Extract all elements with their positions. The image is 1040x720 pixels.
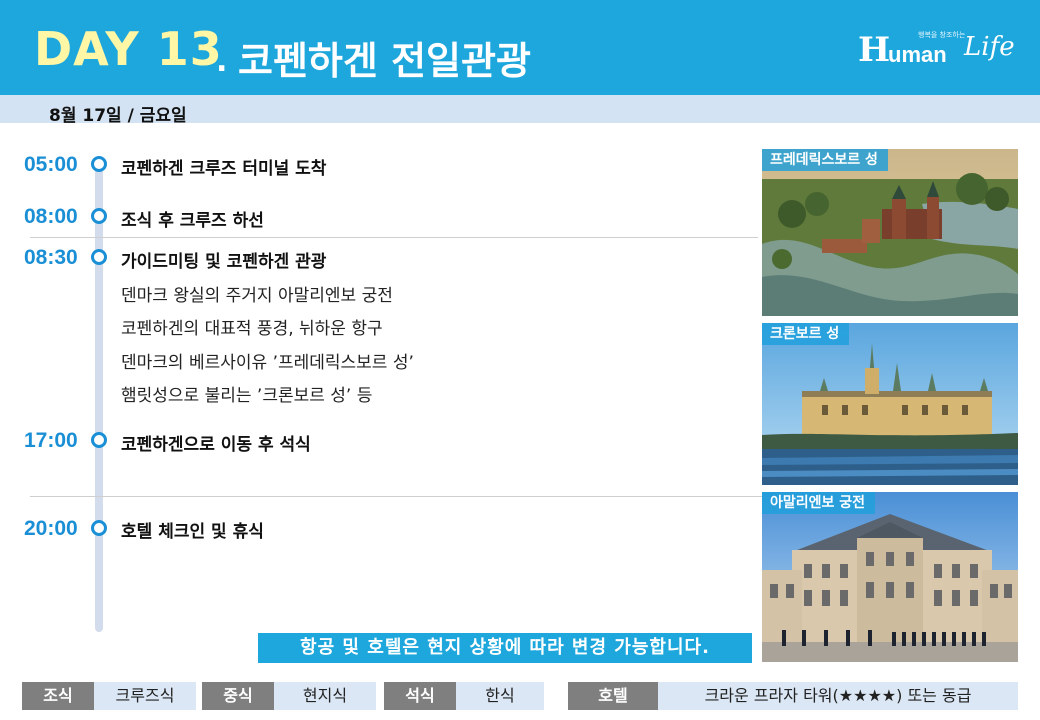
separator-line <box>30 237 758 238</box>
timeline-dot-icon <box>91 432 107 448</box>
humanlife-logo: H 행복을 창조하는 uman Life <box>858 28 1015 74</box>
photo-caption: 크론보르 성 <box>762 323 850 345</box>
hotel-label: 호텔 <box>568 682 658 710</box>
separator-line <box>30 496 762 497</box>
photo-caption: 프레데릭스보르 성 <box>762 149 888 171</box>
header-banner: DAY 13 . 코펜하겐 전일관광 H 행복을 창조하는 uman Life <box>0 0 1040 95</box>
schedule-title: 코펜하겐 크루즈 터미널 도착 <box>121 159 327 179</box>
notice-banner: 항공 및 호텔은 현지 상황에 따라 변경 가능합니다. <box>258 633 752 663</box>
logo-word-uman: uman <box>888 42 947 67</box>
schedule-title: 호텔 체크인 및 휴식 <box>121 522 264 542</box>
schedule-detail: 햄릿성으로 불리는 ’크론보르 성’ 등 <box>121 386 373 406</box>
lunch-value: 현지식 <box>274 682 376 710</box>
schedule-time: 08:00 <box>24 205 78 228</box>
kronborg-castle-photo: 크론보르 성 <box>762 323 1018 485</box>
frederiksborg-castle-photo: 프레데릭스보르 성 <box>762 149 1018 316</box>
kronborg-castle-image <box>762 323 1018 485</box>
breakfast-value: 크루즈식 <box>94 682 196 710</box>
timeline-dot-icon <box>91 249 107 265</box>
schedule-title: 코펜하겐으로 이동 후 석식 <box>121 435 311 455</box>
schedule-time: 05:00 <box>24 153 78 176</box>
schedule-detail: 코펜하겐의 대표적 풍경, 뉘하운 항구 <box>121 319 383 339</box>
hotel-value: 크라운 프라자 타워(★★★★) 또는 동급 <box>658 682 1018 710</box>
logo-tagline: 행복을 창조하는 <box>918 31 966 39</box>
schedule-title: 가이드미팅 및 코펜하겐 관광 <box>121 252 327 272</box>
schedule-detail: 덴마크의 베르사이유 ’프레데릭스보르 성’ <box>121 353 414 373</box>
logo-word-life: Life <box>964 32 1015 62</box>
photo-caption: 아말리엔보 궁전 <box>762 492 876 514</box>
schedule-title: 조식 후 크루즈 하선 <box>121 211 264 231</box>
timeline-line <box>95 160 103 632</box>
day-title: DAY 13 <box>34 22 223 76</box>
date-label: 8월 17일 / 금요일 <box>49 106 187 126</box>
amalienborg-palace-image <box>762 492 1018 662</box>
timeline-dot-icon <box>91 520 107 536</box>
logo-letter-h: H <box>858 30 891 70</box>
schedule-detail: 덴마크 왕실의 주거지 아말리엔보 궁전 <box>121 286 393 306</box>
lunch-label: 중식 <box>202 682 274 710</box>
frederiksborg-castle-image <box>762 149 1018 316</box>
dinner-label: 석식 <box>384 682 456 710</box>
schedule-time: 20:00 <box>24 517 78 540</box>
dinner-value: 한식 <box>456 682 544 710</box>
schedule-time: 17:00 <box>24 429 78 452</box>
timeline-dot-icon <box>91 208 107 224</box>
schedule-time: 08:30 <box>24 246 78 269</box>
page-title: 코펜하겐 전일관광 <box>238 39 531 83</box>
amalienborg-palace-photo: 아말리엔보 궁전 <box>762 492 1018 662</box>
day-title-dot: . <box>216 44 228 79</box>
timeline-dot-icon <box>91 156 107 172</box>
breakfast-label: 조식 <box>22 682 94 710</box>
